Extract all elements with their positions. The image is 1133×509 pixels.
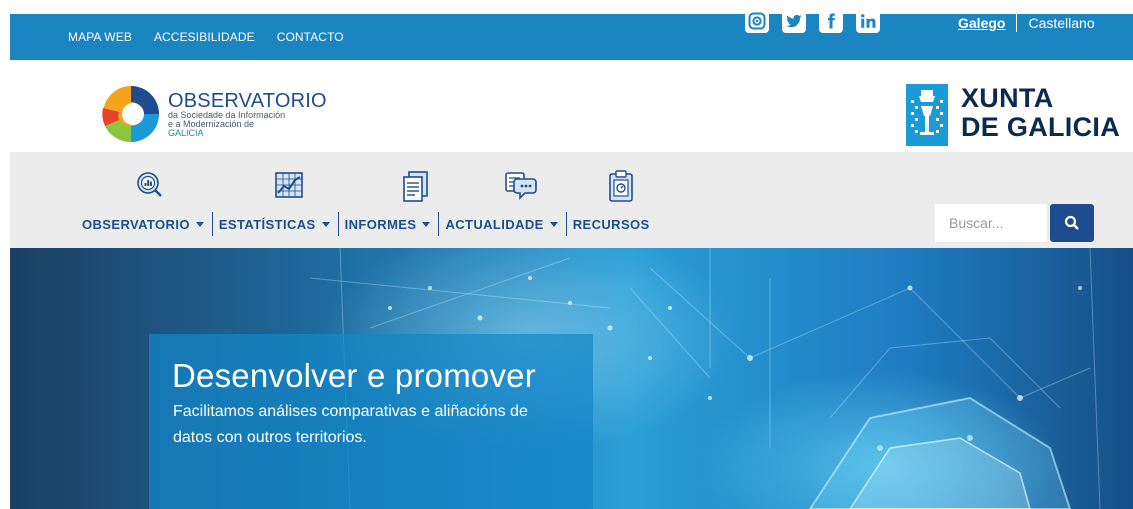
nav-item-estatisticas[interactable]: ESTATÍSTICAS [219,217,330,232]
lang-divider [1016,14,1018,32]
nav-label-observatorio: OBSERVATORIO [82,216,190,232]
observatorio-logo[interactable] [97,82,167,146]
clipboard-icon[interactable] [608,170,638,202]
observatorio-name: OBSERVATORIO da Sociedade da Información… [168,91,327,138]
nav-item-actualidade[interactable]: ACTUALIDADE [445,216,558,232]
main-menu: OBSERVATORIO ESTATÍSTICAS INFORMES ACTUA… [82,212,650,236]
nav-label-actualidade: ACTUALIDADE [445,216,544,232]
link-accesibilidade[interactable]: ACCESIBILIDADE [154,30,255,44]
utility-links: MAPA WEB ACCESIBILIDADE CONTACTO [68,14,344,60]
search-icon [1064,215,1079,230]
social-links [745,9,880,33]
hero-subtitle: Facilitamos análises comparativas e aliñ… [173,403,528,446]
search-button[interactable] [1050,204,1094,242]
observatorio-title: OBSERVATORIO [168,90,327,112]
chevron-down-icon [321,221,330,227]
nav-label-estatisticas: ESTATÍSTICAS [218,216,316,232]
lang-castellano[interactable]: Castellano [1028,15,1094,31]
nav-label-informes: INFORMES [344,216,417,232]
language-switcher: Galego Castellano [958,0,1095,46]
link-contacto[interactable]: CONTACTO [277,30,344,44]
link-mapa-web[interactable]: MAPA WEB [68,30,132,44]
xunta-de-galicia-logo[interactable]: XUNTA DE GALICIA [961,84,1120,142]
nav-divider [438,212,440,236]
observatorio-subtitle-3: GALICIA [168,128,204,138]
hero-title: Desenvolver e promover [172,357,536,394]
chevron-down-icon [422,221,431,227]
chevron-down-icon [549,221,558,227]
xunta-line-2: DE GALICIA [961,112,1121,142]
facebook-icon[interactable] [819,9,843,33]
linkedin-icon[interactable] [856,9,880,33]
chevron-down-icon [195,221,204,227]
nav-divider [565,212,567,236]
nav-item-recursos[interactable]: RECURSOS [573,217,650,232]
instagram-icon[interactable] [745,9,769,33]
nav-item-observatorio[interactable]: OBSERVATORIO [82,217,204,232]
search-input[interactable] [935,204,1047,242]
documents-icon[interactable] [401,170,431,202]
twitter-icon[interactable] [782,9,806,33]
nav-label-recursos: RECURSOS [572,216,650,232]
xunta-line-1: XUNTA [961,83,1054,113]
xunta-emblem-icon[interactable] [906,84,948,146]
nav-divider [337,212,339,236]
magnifier-chart-icon[interactable] [134,170,164,200]
line-chart-icon[interactable] [274,170,304,200]
chat-bubbles-icon[interactable] [504,170,537,200]
nav-divider [211,212,213,236]
nav-item-informes[interactable]: INFORMES [345,217,431,232]
lang-galego[interactable]: Galego [958,15,1005,31]
